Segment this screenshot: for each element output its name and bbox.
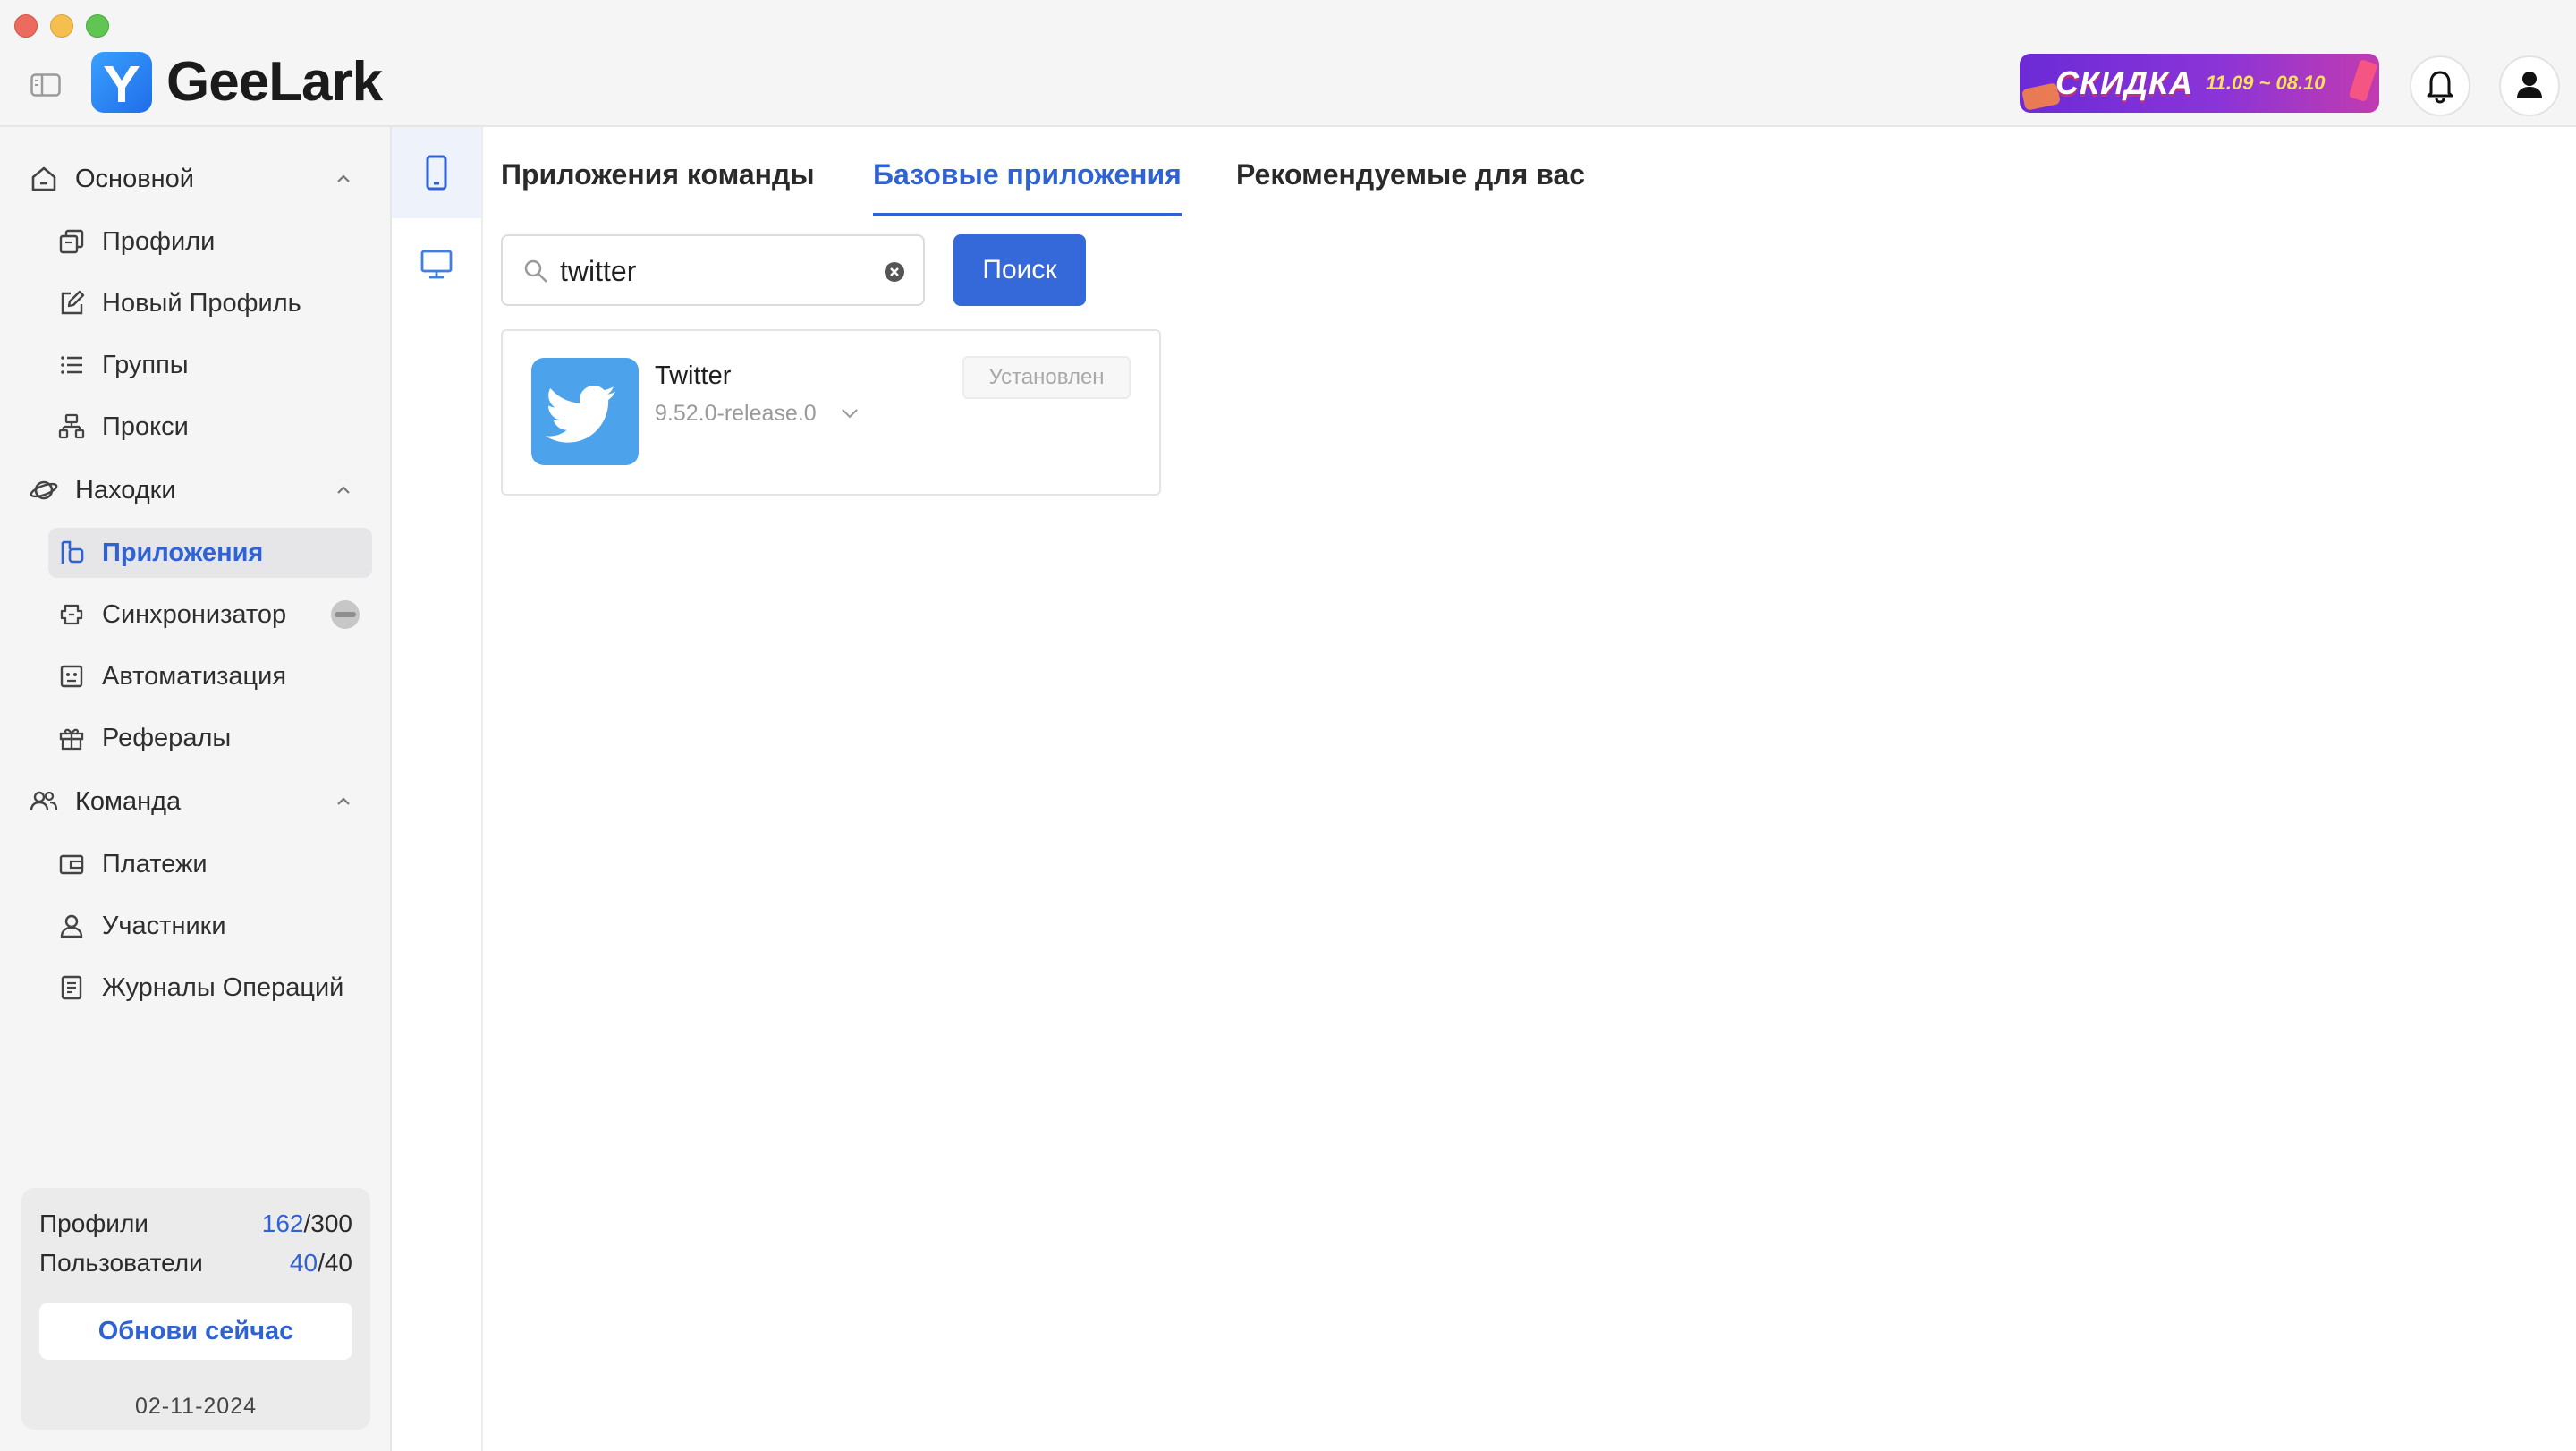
clear-search-icon[interactable] — [884, 261, 905, 283]
sidebar-item-operation-logs[interactable]: Журналы Операций — [48, 963, 372, 1013]
window-zoom-button[interactable] — [86, 14, 109, 38]
sidebar-section-team[interactable]: Команда — [29, 776, 363, 827]
network-icon — [58, 413, 85, 439]
robot-icon — [60, 665, 83, 688]
users-quota: Пользователи 40/40 — [39, 1249, 352, 1285]
twitter-bird-icon — [531, 358, 639, 465]
sidebar-section-label: Находки — [75, 475, 176, 505]
sidebar-item-proxy[interactable]: Прокси — [48, 402, 372, 452]
sidebar-item-automation[interactable]: Автоматизация — [48, 651, 372, 701]
sync-status-badge — [331, 600, 360, 629]
edit-icon — [61, 290, 85, 315]
sidebar-item-profiles[interactable]: Профили — [48, 216, 372, 267]
phone-icon — [426, 155, 447, 191]
chevron-down-icon[interactable] — [839, 403, 860, 424]
sidebar-item-payments[interactable]: Платежи — [48, 839, 372, 889]
sidebar-item-label: Автоматизация — [102, 661, 287, 691]
team-icon — [30, 791, 58, 811]
upgrade-now-button[interactable]: Обнови сейчас — [39, 1303, 352, 1360]
user-icon — [2517, 72, 2542, 98]
geelark-logo-icon — [91, 52, 152, 113]
sidebar-item-label: Приложения — [102, 538, 264, 567]
window-close-button[interactable] — [14, 14, 38, 38]
sidebar-item-referrals[interactable]: Рефералы — [48, 713, 372, 763]
sidebar-section-label: Основной — [75, 164, 194, 193]
plan-expiry-date: 02-11-2024 — [134, 1394, 258, 1419]
chevron-up-icon[interactable] — [335, 481, 352, 499]
search-button[interactable]: Поиск — [953, 234, 1086, 306]
sidebar-section-main[interactable]: Основной — [29, 154, 363, 204]
member-icon — [60, 914, 83, 938]
user-avatar-button[interactable] — [2499, 55, 2560, 116]
sidebar-item-groups[interactable]: Группы — [48, 340, 372, 390]
profiles-icon — [59, 229, 84, 254]
device-type-rail — [392, 127, 483, 1451]
sidebar-item-label: Участники — [102, 911, 226, 940]
app-search-field[interactable] — [501, 234, 925, 306]
home-icon — [31, 166, 56, 191]
quota-card: Профили 162/300 Пользователи 40/40 Обнов… — [21, 1188, 370, 1430]
app-name: GeeLark — [166, 51, 383, 113]
apps-icon — [61, 540, 84, 564]
mobile-apps-button[interactable] — [392, 127, 481, 218]
sidebar-item-label: Новый Профиль — [102, 288, 301, 318]
sidebar-item-members[interactable]: Участники — [48, 901, 372, 951]
app-card[interactable]: Twitter 9.52.0-release.0 Установлен — [501, 329, 1161, 496]
wallet-icon — [59, 854, 84, 875]
app-version: 9.52.0-release.0 — [655, 401, 817, 426]
sidebar-item-label: Синхронизатор — [102, 599, 287, 629]
list-icon — [61, 356, 82, 374]
sidebar-item-synchronizer[interactable]: Синхронизатор — [48, 590, 372, 640]
notifications-button[interactable] — [2410, 55, 2470, 116]
sidebar-section-label: Команда — [75, 786, 182, 816]
gift-icon — [59, 728, 84, 751]
bell-icon — [2427, 71, 2453, 104]
sidebar-toggle-icon[interactable] — [30, 73, 61, 97]
sidebar-item-apps[interactable]: Приложения — [48, 528, 372, 578]
sidebar-item-label: Рефералы — [102, 723, 232, 752]
search-icon — [524, 259, 547, 283]
banner-dates: 11.09 ~ 08.10 — [2206, 72, 2326, 94]
sidebar-section-discover[interactable]: Находки — [29, 465, 363, 515]
window-minimize-button[interactable] — [50, 14, 73, 38]
app-name: Twitter — [655, 361, 732, 390]
sidebar-item-label: Группы — [102, 350, 189, 379]
monitor-icon — [420, 250, 453, 279]
installed-status-badge: Установлен — [962, 356, 1131, 399]
banner-decoration — [2348, 58, 2378, 103]
desktop-apps-button[interactable] — [392, 218, 481, 310]
sidebar-item-label: Платежи — [102, 849, 208, 878]
sync-icon — [60, 604, 83, 625]
tab-base-apps[interactable]: Базовые приложения — [873, 154, 1182, 216]
sidebar-item-new-profile[interactable]: Новый Профиль — [48, 278, 372, 328]
chevron-up-icon[interactable] — [335, 170, 352, 188]
log-icon — [61, 975, 82, 1000]
sidebar-item-label: Прокси — [102, 412, 189, 441]
chevron-up-icon[interactable] — [335, 793, 352, 810]
tab-team-apps[interactable]: Приложения команды — [501, 154, 815, 216]
sidebar-item-label: Журналы Операций — [102, 972, 344, 1002]
profiles-quota: Профили 162/300 — [39, 1209, 352, 1245]
profiles-quota-value: 162/300 — [261, 1209, 352, 1237]
discount-banner[interactable]: СКИДКА 11.09 ~ 08.10 — [2020, 54, 2379, 113]
banner-title: СКИДКА — [2055, 64, 2194, 101]
users-quota-label: Пользователи — [39, 1249, 203, 1277]
tab-recommended[interactable]: Рекомендуемые для вас — [1236, 154, 1585, 216]
title-bar: GeeLark СКИДКА 11.09 ~ 08.10 — [0, 0, 2576, 127]
users-quota-value: 40/40 — [289, 1249, 352, 1277]
sidebar: Основной Профили Новый Профиль Группы Пр… — [0, 127, 392, 1451]
sidebar-item-label: Профили — [102, 226, 216, 256]
planet-icon — [30, 480, 58, 500]
search-input[interactable] — [558, 249, 866, 293]
profiles-quota-label: Профили — [39, 1209, 148, 1237]
